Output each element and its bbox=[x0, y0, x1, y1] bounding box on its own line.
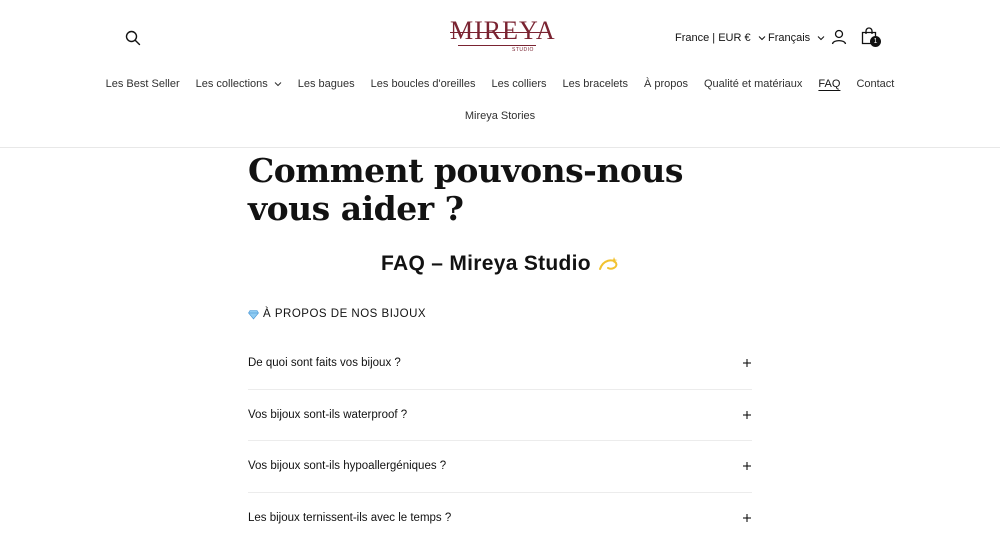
faq-item[interactable]: De quoi sont faits vos bijoux ? bbox=[248, 338, 752, 390]
brand-logo[interactable]: MIREYA STUDIO bbox=[450, 16, 556, 58]
chevron-down-icon bbox=[817, 34, 825, 42]
country-selector[interactable]: France | EUR € bbox=[675, 28, 766, 48]
nav-item-boucles-oreilles[interactable]: Les boucles d'oreilles bbox=[371, 78, 476, 90]
nav-item-a-propos[interactable]: À propos bbox=[644, 78, 688, 90]
plus-icon bbox=[742, 513, 752, 523]
account-icon bbox=[831, 29, 847, 45]
account-button[interactable] bbox=[828, 26, 850, 48]
faq-item[interactable]: Vos bijoux sont-ils hypoallergéniques ? bbox=[248, 441, 752, 493]
nav-item-bracelets[interactable]: Les bracelets bbox=[563, 78, 628, 90]
nav-item-mireya-stories[interactable]: Mireya Stories bbox=[465, 110, 535, 122]
gem-icon bbox=[248, 309, 259, 320]
logo-wordmark: MIREYA bbox=[450, 16, 556, 45]
nav-row-primary: Les Best Seller Les collections Les bagu… bbox=[0, 75, 1000, 93]
nav-item-colliers[interactable]: Les colliers bbox=[491, 78, 546, 90]
faq-heading: FAQ – Mireya Studio bbox=[248, 252, 752, 276]
nav-item-best-seller[interactable]: Les Best Seller bbox=[106, 78, 180, 90]
cart-count-badge: 1 bbox=[870, 36, 881, 47]
faq-accordion: De quoi sont faits vos bijoux ? Vos bijo… bbox=[248, 338, 752, 540]
country-selector-label: France | EUR € bbox=[675, 32, 751, 44]
logo-strike-line bbox=[450, 32, 542, 33]
dizzy-star-icon bbox=[597, 254, 619, 274]
nav-item-bagues[interactable]: Les bagues bbox=[298, 78, 355, 90]
nav-item-collections[interactable]: Les collections bbox=[196, 78, 282, 90]
plus-icon bbox=[742, 358, 752, 368]
faq-item[interactable]: Vos bijoux sont-ils waterproof ? bbox=[248, 390, 752, 441]
language-selector[interactable]: Français bbox=[768, 28, 825, 48]
section-label: À PROPOS DE NOS BIJOUX bbox=[248, 308, 426, 320]
search-button[interactable] bbox=[121, 26, 145, 50]
nav-item-qualite-materiaux[interactable]: Qualité et matériaux bbox=[704, 78, 802, 90]
faq-question: Vos bijoux sont-ils hypoallergéniques ? bbox=[248, 460, 447, 473]
faq-question: Vos bijoux sont-ils waterproof ? bbox=[248, 408, 408, 421]
chevron-down-icon bbox=[758, 34, 766, 42]
search-icon bbox=[125, 30, 141, 46]
language-selector-label: Français bbox=[768, 32, 811, 44]
main-navigation: Les Best Seller Les collections Les bagu… bbox=[0, 75, 1000, 125]
section-label-text: À PROPOS DE NOS BIJOUX bbox=[263, 308, 427, 320]
faq-question: De quoi sont faits vos bijoux ? bbox=[248, 357, 401, 370]
nav-row-secondary: Mireya Stories bbox=[0, 107, 1000, 125]
logo-underline bbox=[458, 45, 536, 46]
plus-icon bbox=[742, 461, 752, 471]
faq-item[interactable]: Les bijoux ternissent-ils avec le temps … bbox=[248, 493, 752, 540]
chevron-down-icon bbox=[274, 80, 282, 88]
plus-icon bbox=[742, 410, 752, 420]
page-title: Comment pouvons-nous vous aider ? bbox=[248, 151, 683, 228]
site-header: MIREYA STUDIO France | EUR € Français 1 … bbox=[0, 0, 1000, 148]
nav-item-faq[interactable]: FAQ bbox=[818, 78, 840, 90]
faq-question: Les bijoux ternissent-ils avec le temps … bbox=[248, 512, 452, 525]
faq-heading-text: FAQ – Mireya Studio bbox=[381, 252, 591, 275]
cart-button[interactable]: 1 bbox=[858, 25, 884, 49]
nav-item-contact[interactable]: Contact bbox=[856, 78, 894, 90]
logo-subtitle: STUDIO bbox=[512, 47, 534, 53]
